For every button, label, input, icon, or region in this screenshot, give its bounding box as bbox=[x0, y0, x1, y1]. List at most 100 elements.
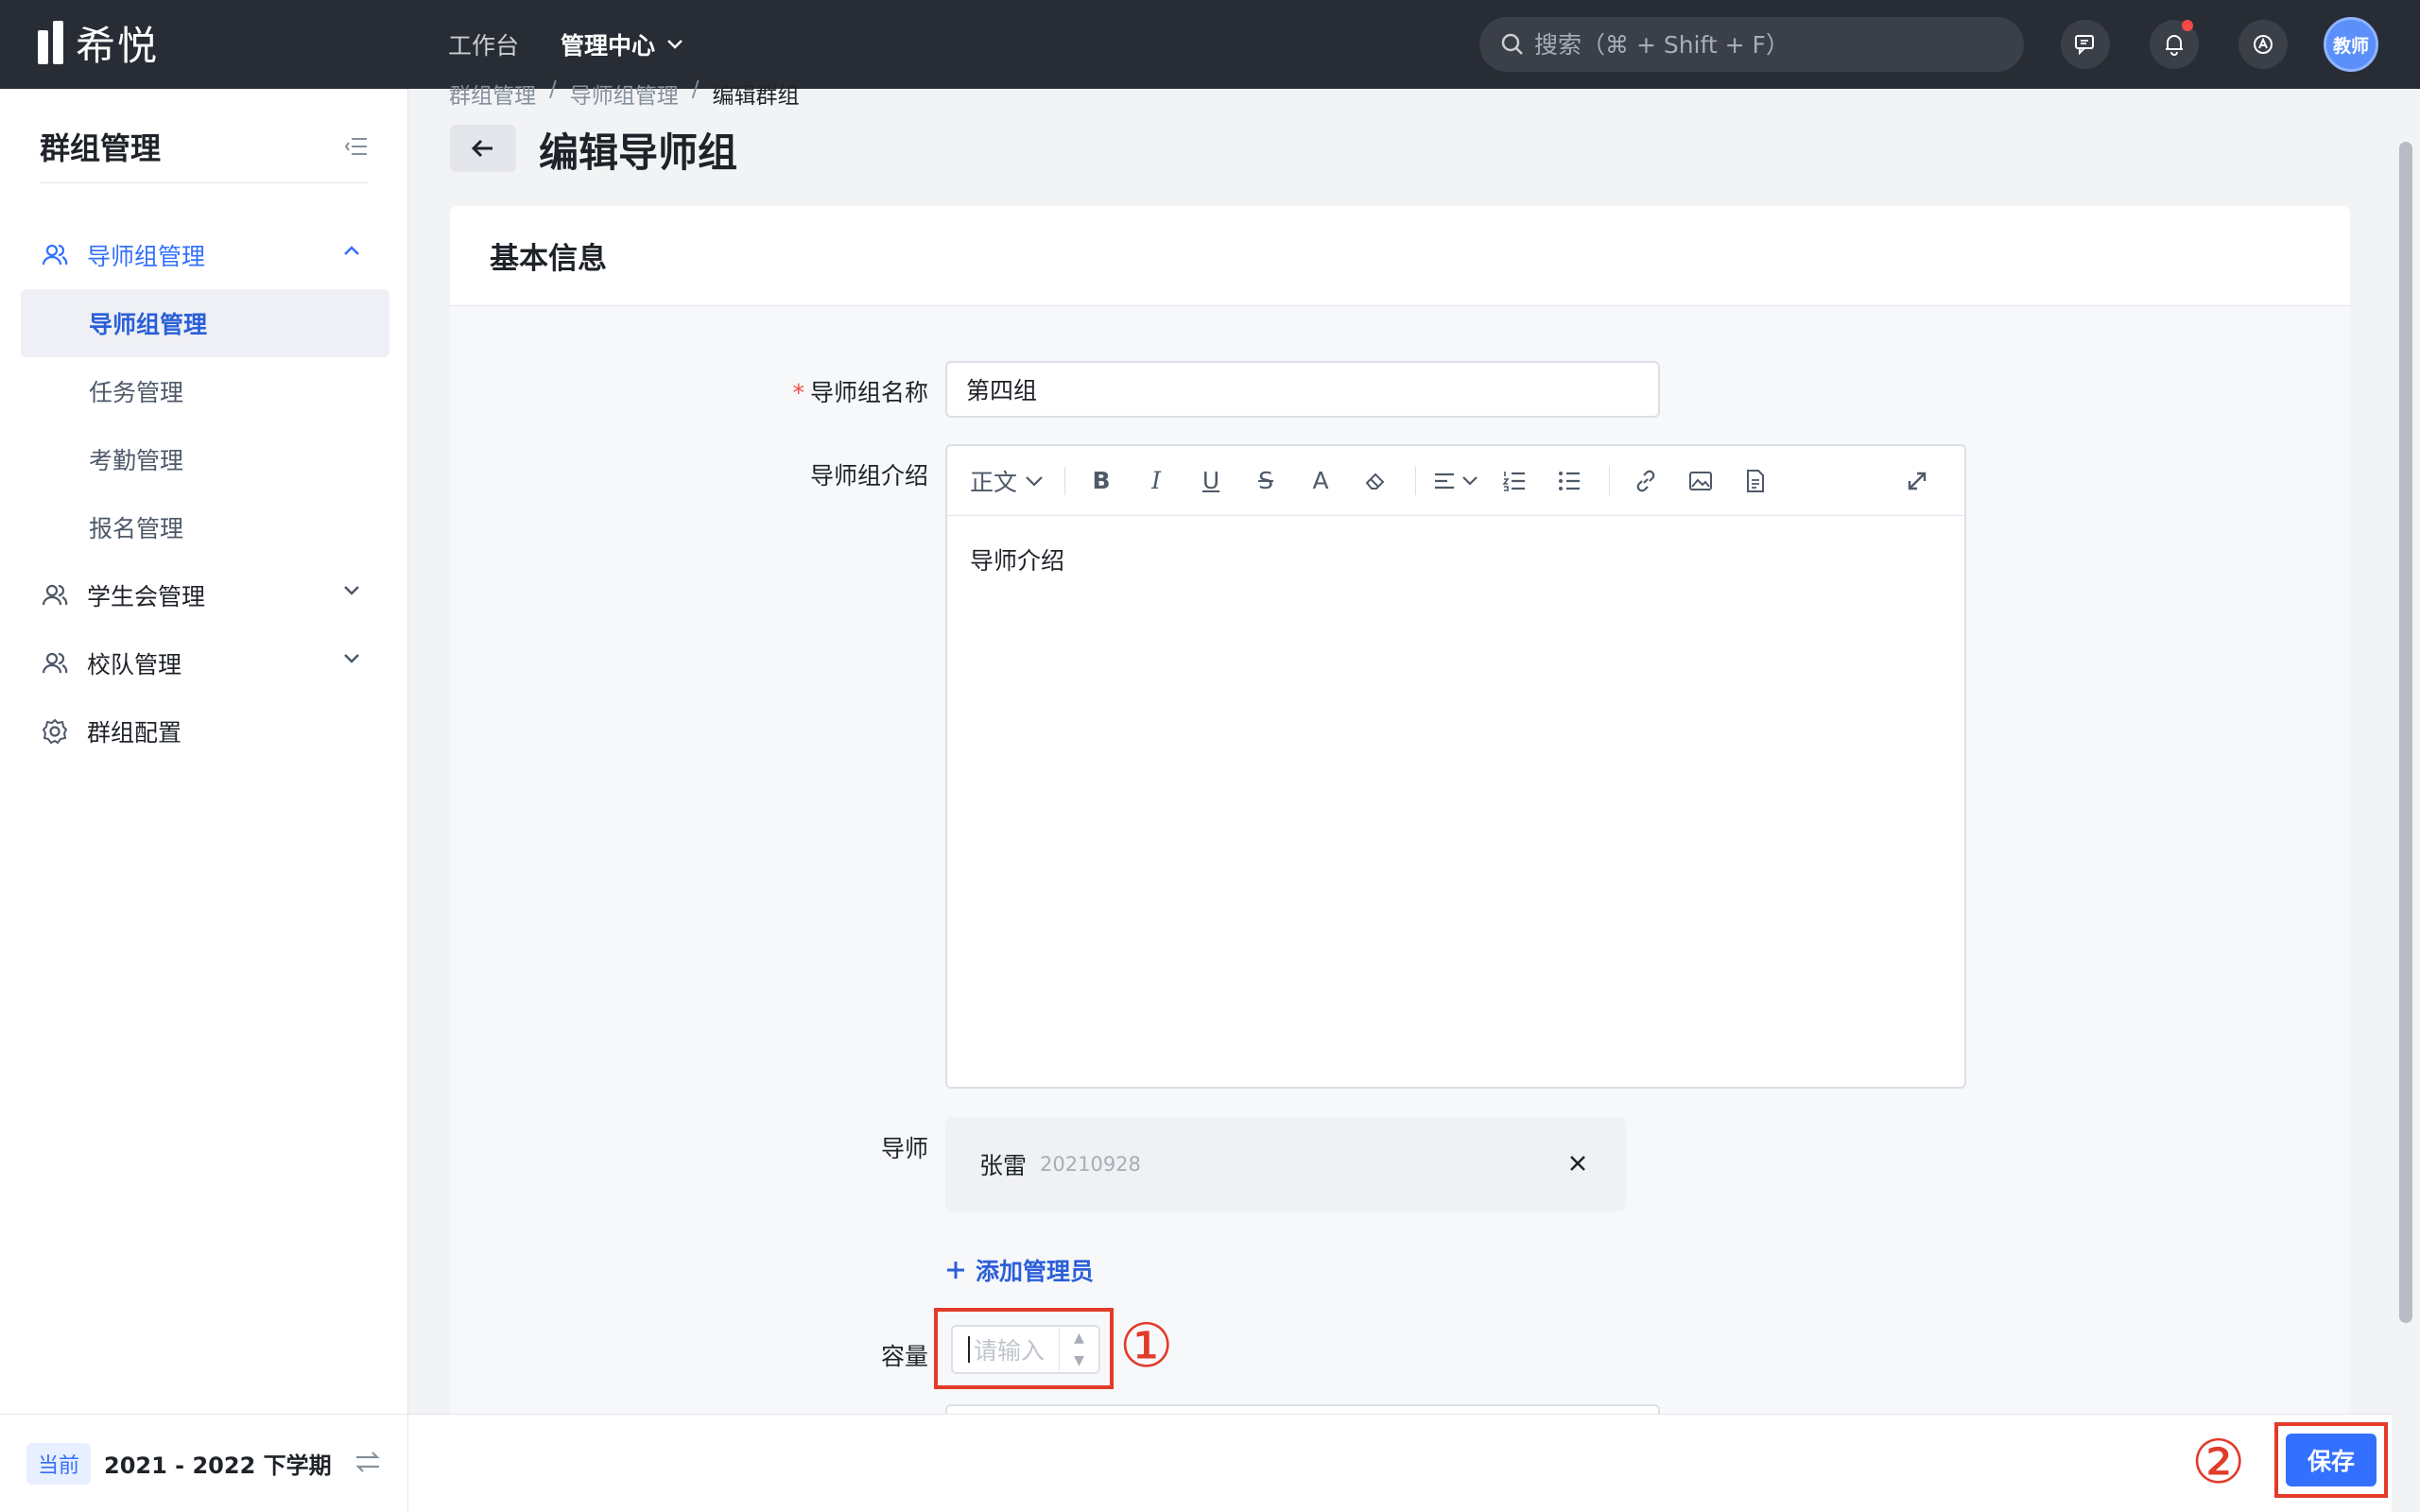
underline-button[interactable]: U bbox=[1192, 462, 1230, 500]
scrollbar[interactable] bbox=[2392, 89, 2420, 1512]
users-icon bbox=[42, 244, 68, 266]
app-logo[interactable]: 希悦 bbox=[38, 19, 159, 69]
mentor-name: 张雷 bbox=[979, 1152, 1028, 1179]
link-icon bbox=[1636, 470, 1655, 491]
ordered-list-icon bbox=[1502, 471, 1526, 491]
save-button[interactable]: 保存 bbox=[2286, 1434, 2377, 1486]
term-label: 2021 - 2022 下学期 bbox=[104, 1452, 332, 1479]
bell-icon bbox=[2166, 35, 2183, 56]
chevron-down-icon bbox=[667, 40, 683, 49]
paragraph-style-select[interactable]: 正文 bbox=[970, 462, 1044, 500]
capacity-stepper[interactable]: ▲ ▼ bbox=[1059, 1327, 1098, 1372]
mentor-tag: 张雷 20210928 bbox=[945, 1117, 1626, 1211]
align-left-icon bbox=[1435, 472, 1455, 489]
nav-workbench[interactable]: 工作台 bbox=[448, 27, 519, 61]
chevron-down-icon bbox=[344, 654, 359, 663]
editor-toolbar: 正文 B I U S A bbox=[947, 446, 1964, 516]
bullet-list-button[interactable] bbox=[1550, 462, 1588, 500]
sidebar-group-mentor-label: 导师组管理 bbox=[87, 243, 206, 270]
insert-image-button[interactable] bbox=[1682, 462, 1720, 500]
toolbar-divider bbox=[1415, 466, 1417, 495]
document-icon bbox=[1747, 469, 1765, 492]
term-selector[interactable]: 当前 2021 - 2022 下学期 bbox=[0, 1414, 408, 1512]
annotation-box-1: 请输入 ▲ ▼ bbox=[934, 1308, 1114, 1389]
annotation-box-2: 保存 bbox=[2274, 1422, 2388, 1498]
fullscreen-icon[interactable] bbox=[1898, 462, 1936, 500]
editor-content[interactable]: 导师介绍 bbox=[947, 516, 1964, 603]
users-icon bbox=[42, 584, 68, 606]
sidebar-title: 群组管理 bbox=[40, 129, 162, 166]
ordered-list-button[interactable] bbox=[1495, 462, 1533, 500]
chevron-down-icon[interactable]: ▼ bbox=[1060, 1349, 1098, 1372]
top-bar: 希悦 工作台 管理中心 教师 bbox=[0, 0, 2420, 89]
app-switch-button[interactable] bbox=[2238, 20, 2288, 69]
annotation-marker-1: ① bbox=[1119, 1312, 1174, 1382]
gear-icon bbox=[42, 718, 68, 745]
chevron-down-icon bbox=[1026, 475, 1043, 487]
swap-icon[interactable] bbox=[354, 1449, 382, 1475]
breadcrumb-separator: / bbox=[691, 77, 700, 102]
chevron-down-icon bbox=[344, 586, 359, 595]
breadcrumb-separator: / bbox=[549, 77, 557, 102]
rich-text-editor: 正文 B I U S A 导师介绍 bbox=[945, 444, 1966, 1089]
sidebar-group-config-label: 群组配置 bbox=[87, 719, 182, 747]
chevron-down-icon bbox=[1462, 475, 1478, 486]
back-button[interactable] bbox=[450, 125, 516, 172]
paragraph-style-label: 正文 bbox=[970, 468, 1018, 496]
collapse-menu-icon[interactable] bbox=[344, 136, 369, 157]
sidebar-item-registration[interactable]: 报名管理 bbox=[21, 493, 389, 561]
align-select[interactable] bbox=[1433, 462, 1478, 500]
chat-icon bbox=[2075, 35, 2094, 56]
toolbar-divider bbox=[1609, 466, 1611, 495]
sidebar-item-tasks[interactable]: 任务管理 bbox=[21, 357, 389, 425]
insert-link-button[interactable] bbox=[1627, 462, 1665, 500]
sidebar-group-config[interactable]: 群组配置 bbox=[21, 697, 389, 765]
sidebar-group-school-team-label: 校队管理 bbox=[87, 651, 182, 679]
sidebar-group-student-union[interactable]: 学生会管理 bbox=[21, 561, 389, 629]
breadcrumb-item[interactable]: 导师组管理 bbox=[570, 77, 679, 110]
nav-admin-center[interactable]: 管理中心 bbox=[561, 27, 683, 61]
term-current-tag: 当前 bbox=[26, 1442, 92, 1485]
sidebar-menu: 导师组管理 导师组管理 任务管理 考勤管理 报名管理 学生会管理 校队管理 群组… bbox=[21, 221, 389, 765]
capacity-input[interactable]: 请输入 ▲ ▼ bbox=[951, 1325, 1100, 1374]
capacity-placeholder: 请输入 bbox=[974, 1337, 1046, 1365]
font-color-button[interactable]: A bbox=[1302, 462, 1340, 500]
notification-badge bbox=[2182, 20, 2193, 31]
chevron-up-icon bbox=[344, 246, 359, 255]
sidebar-group-mentor[interactable]: 导师组管理 bbox=[21, 221, 389, 289]
image-icon bbox=[1689, 471, 1713, 490]
close-icon[interactable] bbox=[1564, 1149, 1592, 1177]
nav-workbench-label: 工作台 bbox=[448, 32, 520, 60]
bold-button[interactable]: B bbox=[1082, 462, 1120, 500]
toolbar-divider bbox=[1064, 466, 1066, 495]
breadcrumb: 群组管理 / 导师组管理 / 编辑群组 bbox=[449, 77, 800, 110]
insert-file-button[interactable] bbox=[1737, 462, 1774, 500]
capacity-label: 容量 bbox=[880, 1343, 928, 1370]
user-avatar[interactable]: 教师 bbox=[2324, 17, 2378, 72]
global-search[interactable] bbox=[1479, 17, 2024, 72]
users-icon bbox=[42, 652, 68, 674]
name-label-text: 导师组名称 bbox=[809, 379, 928, 406]
breadcrumb-current: 编辑群组 bbox=[712, 84, 800, 109]
logo-text: 希悦 bbox=[76, 22, 160, 69]
chevron-up-icon[interactable]: ▲ bbox=[1060, 1327, 1098, 1349]
mentor-id: 20210928 bbox=[1040, 1153, 1141, 1176]
strikethrough-button[interactable]: S bbox=[1247, 462, 1285, 500]
group-name-input[interactable]: 第四组 bbox=[945, 361, 1660, 418]
mentor-label: 导师 bbox=[880, 1135, 928, 1162]
required-mark: * bbox=[792, 379, 804, 406]
sidebar-item-attendance[interactable]: 考勤管理 bbox=[21, 425, 389, 493]
scrollbar-thumb[interactable] bbox=[2399, 142, 2412, 1323]
annotation-marker-2: ② bbox=[2191, 1428, 2246, 1498]
clear-format-button[interactable] bbox=[1357, 462, 1394, 500]
sidebar-group-student-union-label: 学生会管理 bbox=[87, 583, 206, 610]
messages-button[interactable] bbox=[2061, 20, 2110, 69]
add-admin-button[interactable]: 添加管理员 bbox=[945, 1253, 1094, 1287]
sidebar-group-school-team[interactable]: 校队管理 bbox=[21, 629, 389, 697]
italic-button[interactable]: I bbox=[1137, 462, 1175, 500]
sidebar-item-mentor-groups[interactable]: 导师组管理 bbox=[21, 289, 389, 357]
bullet-list-icon bbox=[1559, 471, 1581, 490]
notifications-button[interactable] bbox=[2150, 20, 2199, 69]
breadcrumb-item[interactable]: 群组管理 bbox=[449, 77, 536, 110]
search-input[interactable] bbox=[1534, 30, 2007, 59]
